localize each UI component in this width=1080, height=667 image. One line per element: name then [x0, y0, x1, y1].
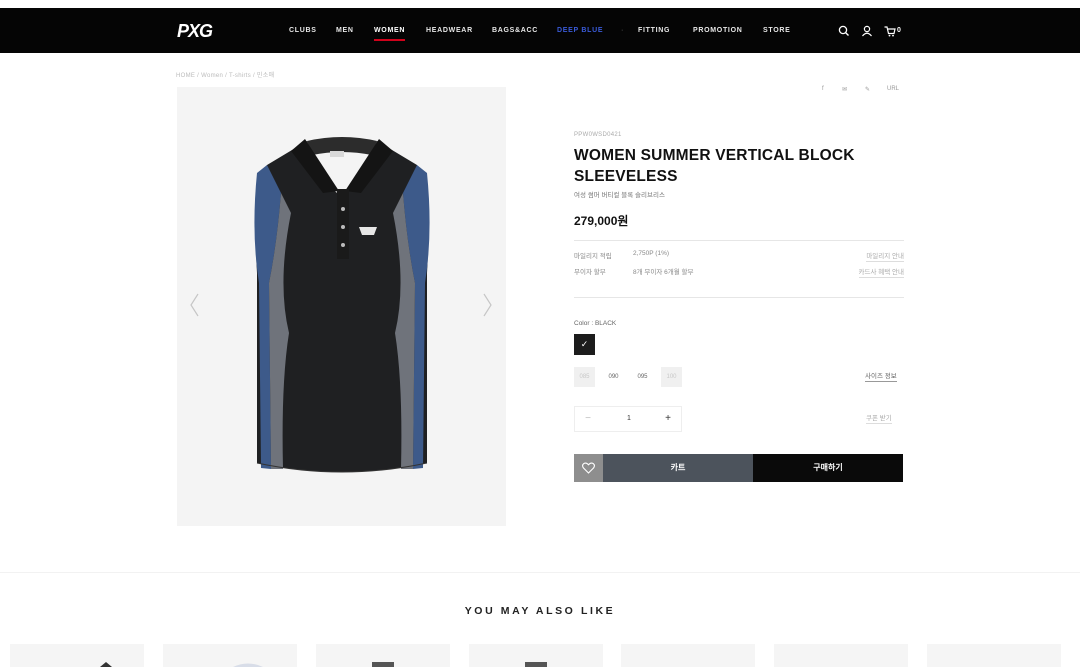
- recommendations-heading: YOU MAY ALSO LIKE: [464, 605, 616, 617]
- recommendation-card[interactable]: [927, 644, 1061, 667]
- color-swatch-black[interactable]: ✓: [574, 334, 595, 355]
- top-strip: [0, 0, 1080, 8]
- product-image-panel: [177, 87, 506, 526]
- heart-icon: [582, 462, 595, 474]
- quantity-increase-button[interactable]: +: [657, 407, 679, 431]
- recommendation-card[interactable]: [774, 644, 908, 667]
- share-blog-link[interactable]: ✎: [865, 86, 870, 93]
- share-url-link[interactable]: URL: [887, 86, 899, 92]
- user-icon[interactable]: [860, 24, 874, 38]
- product-title: WOMEN SUMMER VERTICAL BLOCK SLEEVELESS: [574, 147, 855, 185]
- svg-text:PXG: PXG: [177, 21, 213, 41]
- product-image: [254, 137, 430, 473]
- add-to-cart-button[interactable]: 카트: [603, 454, 753, 482]
- next-image-arrow-icon[interactable]: [480, 292, 494, 318]
- installment-label: 무이자 할부: [574, 269, 606, 276]
- divider: [574, 240, 904, 241]
- product-subtitle: 여성 썸머 버티컬 블록 슬리브리스: [574, 192, 665, 199]
- wishlist-button[interactable]: [574, 454, 603, 482]
- product-code: PPW0WSD0421: [574, 132, 622, 138]
- recommendation-card[interactable]: [316, 644, 450, 667]
- cart-icon[interactable]: 0: [883, 24, 907, 38]
- installment-value: 8개 무이자 6개월 할부: [633, 269, 694, 276]
- share-facebook-link[interactable]: f: [822, 86, 824, 92]
- size-option-095[interactable]: 095: [632, 367, 653, 387]
- cart-count: 0: [897, 27, 901, 34]
- divider: [574, 297, 904, 298]
- search-icon[interactable]: [837, 24, 851, 38]
- main-navbar: PXG CLUBS MEN WOMEN HEADWEAR BAGS&ACC DE…: [0, 8, 1080, 53]
- mileage-label: 마일리지 적립: [574, 253, 612, 260]
- size-option-090[interactable]: 090: [603, 367, 624, 387]
- section-divider: [0, 572, 1080, 573]
- card-benefit-link[interactable]: 카드사 혜택 안내: [858, 266, 904, 278]
- recommendation-card[interactable]: [10, 644, 144, 667]
- recommendation-card[interactable]: [621, 644, 755, 667]
- recommendation-card[interactable]: [163, 644, 297, 667]
- size-guide-link[interactable]: 사이즈 정보: [865, 370, 897, 382]
- nav-item-clubs[interactable]: CLUBS: [289, 27, 317, 34]
- nav-item-store[interactable]: STORE: [763, 27, 791, 34]
- nav-item-men[interactable]: MEN: [336, 27, 354, 34]
- nav-separator: ·: [621, 27, 624, 34]
- nav-item-bags-acc[interactable]: BAGS&ACC: [492, 27, 538, 34]
- breadcrumb[interactable]: HOME / Women / T-shirts / 민소매: [176, 70, 274, 79]
- size-option-085[interactable]: 085: [574, 367, 595, 387]
- nav-item-women[interactable]: WOMEN: [374, 27, 406, 41]
- quantity-decrease-button[interactable]: −: [577, 407, 599, 431]
- mileage-guide-link[interactable]: 마일리지 안내: [866, 250, 904, 262]
- nav-item-promotion[interactable]: PROMOTION: [693, 27, 742, 34]
- nav-item-deep-blue[interactable]: DEEP BLUE: [557, 27, 603, 34]
- pxg-logo[interactable]: PXG: [176, 18, 218, 42]
- coupon-link[interactable]: 쿠폰 받기: [866, 412, 892, 424]
- quantity-stepper: − 1 +: [574, 406, 682, 432]
- color-label: Color : BLACK: [574, 320, 617, 327]
- buy-now-button[interactable]: 구매하기: [753, 454, 903, 482]
- product-price: 279,000원: [574, 214, 629, 228]
- size-option-100[interactable]: 100: [661, 367, 682, 387]
- prev-image-arrow-icon[interactable]: [188, 292, 202, 318]
- mileage-value: 2,750P (1%): [633, 250, 670, 257]
- nav-item-headwear[interactable]: HEADWEAR: [426, 27, 473, 34]
- share-mail-link[interactable]: ✉: [842, 86, 847, 93]
- quantity-value[interactable]: 1: [615, 407, 643, 431]
- recommendation-card[interactable]: [469, 644, 603, 667]
- nav-item-fitting[interactable]: FITTING: [638, 27, 670, 34]
